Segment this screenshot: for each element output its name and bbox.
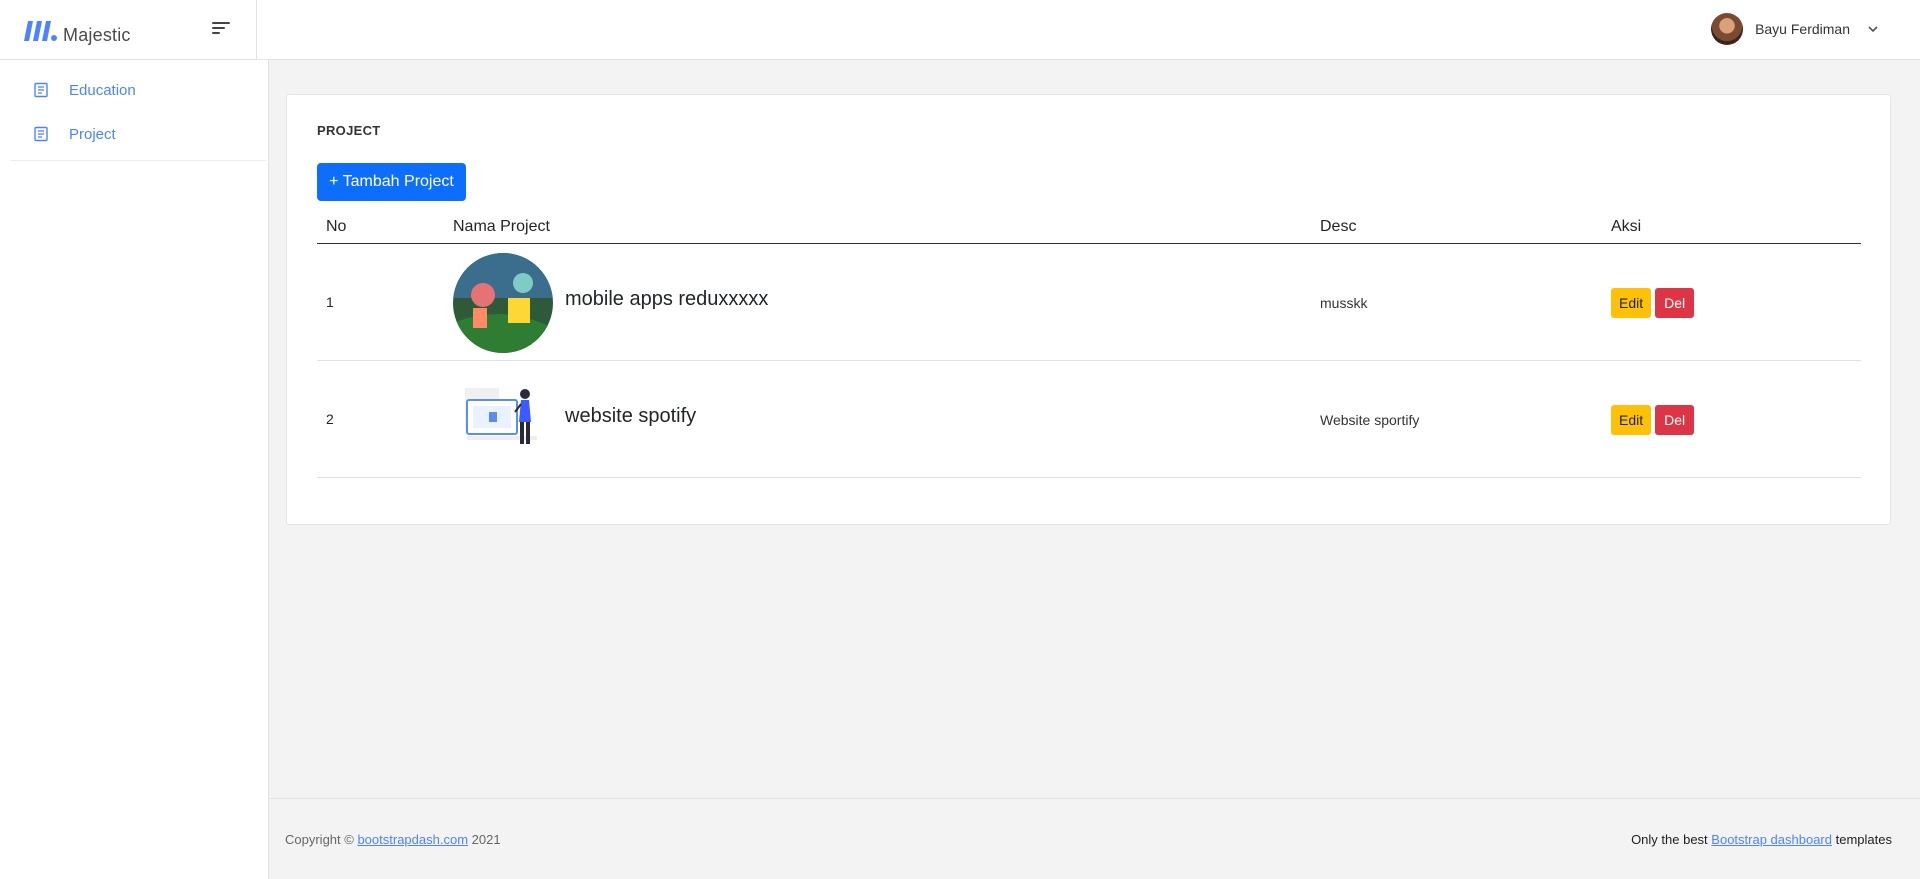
row-number: 1 <box>326 294 334 310</box>
project-desc: musskk <box>1320 295 1368 311</box>
bootstrapdash-link[interactable]: bootstrapdash.com <box>357 832 468 847</box>
copyright-year: 2021 <box>471 832 501 847</box>
majestic-logo-icon[interactable] <box>22 19 58 43</box>
brand-name[interactable]: Majestic <box>63 25 131 46</box>
project-table: No Nama Project Desc Aksi 1 mobile apps … <box>317 209 1861 478</box>
copyright-prefix: Copyright © <box>285 832 354 847</box>
delete-button[interactable]: Del <box>1655 288 1695 318</box>
page-title: PROJECT <box>317 123 381 138</box>
sidebar: Education Project <box>0 60 269 879</box>
sidebar-item-project[interactable]: Project <box>10 112 267 156</box>
avatar[interactable] <box>1711 13 1744 45</box>
sidebar-item-label: Education <box>69 81 136 99</box>
user-menu[interactable]: Bayu Ferdiman <box>1711 12 1880 46</box>
chevron-down-icon[interactable] <box>1866 22 1880 36</box>
edit-button[interactable]: Edit <box>1611 405 1652 435</box>
user-name[interactable]: Bayu Ferdiman <box>1755 21 1850 37</box>
project-name: mobile apps reduxxxxx <box>565 288 769 310</box>
table-header: No Nama Project Desc Aksi <box>317 209 1861 244</box>
table-row: 2 website spotify Website sportify Edit … <box>317 361 1861 478</box>
column-header-actions: Aksi <box>1611 218 1642 235</box>
person-at-screen-illustration <box>453 370 553 470</box>
document-icon <box>34 126 48 142</box>
cartoon-characters-thumbnail <box>453 253 553 353</box>
row-number: 2 <box>326 411 334 427</box>
top-navbar: Majestic Bayu Ferdiman <box>0 0 1920 60</box>
edit-button[interactable]: Edit <box>1611 288 1652 318</box>
footer-tagline: Only the best Bootstrap dashboard templa… <box>1631 832 1892 847</box>
sidebar-item-label: Project <box>69 125 116 143</box>
hamburger-menu-icon[interactable] <box>212 20 232 36</box>
project-card: PROJECT + Tambah Project No Nama Project… <box>286 94 1891 525</box>
copyright: Copyright © bootstrapdash.com 2021 <box>285 832 501 847</box>
table-row: 1 mobile apps reduxxxxx musskk Edit Del <box>317 244 1861 361</box>
add-project-button[interactable]: + Tambah Project <box>317 163 466 201</box>
sidebar-item-education[interactable]: Education <box>10 68 267 112</box>
row-actions: Edit Del <box>1611 288 1695 318</box>
column-header-name: Nama Project <box>453 218 550 235</box>
tagline-prefix: Only the best <box>1631 832 1708 847</box>
project-name: website spotify <box>565 405 697 427</box>
bootstrap-dashboard-link[interactable]: Bootstrap dashboard <box>1711 832 1832 847</box>
document-icon <box>34 82 48 98</box>
tagline-suffix: templates <box>1835 832 1892 847</box>
column-header-desc: Desc <box>1320 218 1357 235</box>
project-desc: Website sportify <box>1320 412 1420 428</box>
column-header-no: No <box>326 218 347 235</box>
row-actions: Edit Del <box>1611 405 1695 435</box>
sidebar-nav: Education Project <box>10 60 267 161</box>
footer: Copyright © bootstrapdash.com 2021 Only … <box>269 798 1920 879</box>
delete-button[interactable]: Del <box>1655 405 1695 435</box>
brand-area: Majestic <box>0 0 257 59</box>
